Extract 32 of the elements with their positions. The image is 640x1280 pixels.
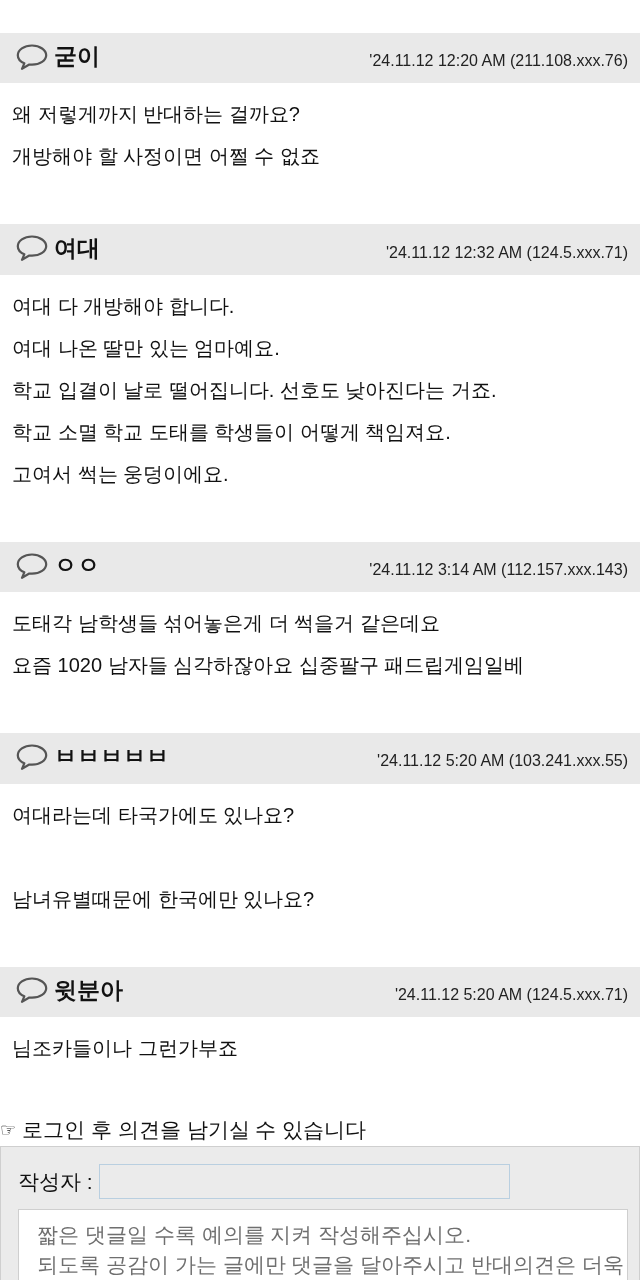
comment-author: 여대: [54, 233, 100, 262]
comment-text: 여대 나온 딸만 있는 엄마예요.: [12, 335, 281, 361]
comment-text: 도태각 남학생들 섞어놓은게 더 썩을거 같은데요: [12, 611, 441, 637]
speech-bubble-icon: [16, 742, 48, 770]
comment-text: 여대라는데 타국가에도 있나요?: [12, 802, 296, 828]
comment-text: 개방해야 할 사정이면 어쩔 수 없죠: [12, 144, 321, 170]
pointing-hand-icon: ☞: [0, 1120, 17, 1141]
comment-author: ㅂㅂㅂㅂㅂ: [54, 742, 169, 771]
comment-text: 고여서 썩는 웅덩이에요.: [12, 461, 230, 487]
author-label: 작성자 :: [18, 1168, 93, 1195]
comment-text: 님조카들이나 그런가부죠: [12, 1036, 239, 1062]
comment-author: 굳이: [54, 42, 100, 71]
comment-text: 요즘 1020 남자들 심각하잖아요 십중팔구 패드립게임일베: [12, 653, 526, 679]
comment-text: 여대 다 개방해야 합니다.: [12, 293, 236, 319]
speech-bubble-icon: [16, 234, 48, 262]
comment-text: 남녀유별때문에 한국에만 있나요?: [12, 886, 316, 912]
comment-text: 왜 저렇게까지 반대하는 걸까요?: [12, 102, 301, 128]
comment-text: 학교 소멸 학교 도태를 학생들이 어떻게 책임져요.: [12, 419, 452, 445]
comment-meta: '24.11.12 5:20 AM (103.241.xxx.55): [377, 751, 628, 772]
comment-author: 윗분아: [54, 975, 123, 1004]
author-input-field[interactable]: [98, 1164, 510, 1200]
comment-meta: '24.11.12 12:32 AM (124.5.xxx.71): [385, 242, 628, 263]
comment-textarea[interactable]: 짧은 댓글일 수록 예의를 지켜 작성해주십시오. 되도록 공감이 가는 글에만 댓글을 달아주시고 반대의견은 더욱: [18, 1209, 628, 1280]
comment-text: 학교 입결이 날로 떨어집니다. 선호도 낮아진다는 거죠.: [12, 377, 498, 403]
comment-meta: '24.11.12 5:20 AM (124.5.xxx.71): [394, 984, 628, 1005]
comment-author: ㅇㅇ: [54, 551, 100, 579]
speech-bubble-icon: [16, 551, 48, 579]
speech-bubble-icon: [16, 42, 48, 70]
comment-meta: '24.11.12 12:20 AM (211.108.xxx.76): [369, 51, 628, 72]
speech-bubble-icon: [16, 976, 48, 1004]
comment-meta: '24.11.12 3:14 AM (112.157.xxx.143): [369, 560, 628, 580]
login-notice: 로그인 후 의견을 남기실 수 있습니다: [22, 1117, 367, 1144]
